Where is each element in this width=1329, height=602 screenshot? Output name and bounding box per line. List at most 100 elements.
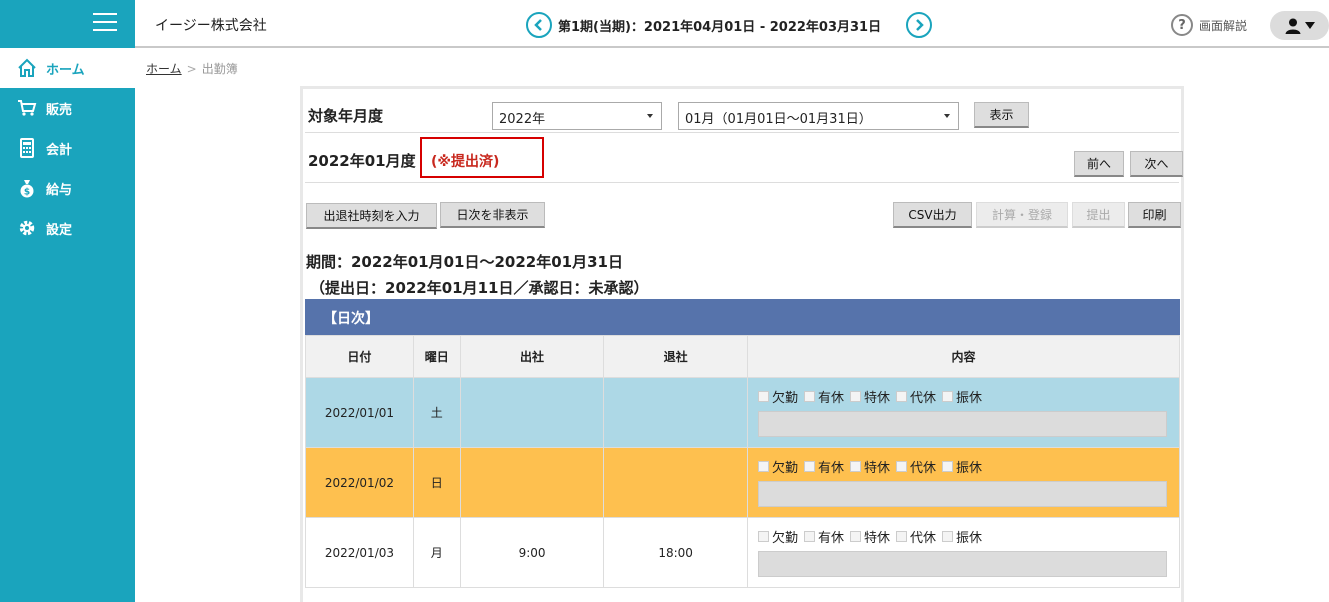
absence-checkbox[interactable] [757, 461, 769, 472]
hide-daily-button[interactable]: 日次を非表示 [440, 202, 545, 228]
filter-row: 対象年月度 2022年 01月（01月01日～01月31日） 表示 [305, 91, 1179, 133]
dropdown-arrow-icon [647, 114, 653, 118]
sidebar-item-label: 会計 [46, 142, 73, 158]
sidebar-item-label: ホーム [46, 62, 85, 78]
sidebar-item-sales[interactable]: 販売 [0, 88, 135, 128]
period-prev-button[interactable] [526, 12, 552, 38]
checkbox-label: 代休 [910, 531, 937, 546]
substitute-holiday-checkbox[interactable] [942, 391, 954, 402]
month-select[interactable]: 01月（01月01日～01月31日） [678, 102, 959, 130]
checkbox-label: 振休 [956, 391, 983, 406]
content-cell: 欠勤 有休 特休 代休 振休 [746, 517, 1181, 588]
period-next-button[interactable] [906, 12, 932, 38]
print-button[interactable]: 印刷 [1128, 202, 1181, 228]
dropdown-arrow-icon [944, 114, 950, 118]
special-leave-checkbox[interactable] [850, 531, 861, 542]
month-select-value: 01月（01月01日～01月31日） [685, 112, 872, 127]
year-select-value: 2022年 [499, 112, 546, 127]
calculator-icon [16, 137, 38, 159]
prev-month-button[interactable]: 前へ [1074, 151, 1124, 177]
csv-export-button[interactable]: CSV出力 [893, 202, 972, 228]
submit-summary: （提出日：2022年01月11日／承認日：未承認） [310, 279, 649, 297]
submit-button[interactable]: 提出 [1072, 202, 1125, 228]
clock-in-cell: 9:00 [459, 517, 605, 588]
user-icon [1285, 18, 1301, 34]
substitute-holiday-checkbox[interactable] [942, 531, 954, 542]
compensatory-leave-checkbox[interactable] [896, 391, 908, 402]
memo-field[interactable] [757, 551, 1167, 577]
weekday-cell: 土 [412, 377, 461, 448]
sidebar-item-label: 設定 [46, 222, 73, 238]
checkbox-label: 特休 [864, 531, 891, 546]
daily-section-header: 【日次】 [305, 299, 1180, 335]
leave-checkboxes: 欠勤 有休 特休 代休 振休 [757, 387, 1169, 406]
weekday-cell: 日 [412, 447, 461, 518]
home-icon [16, 57, 38, 79]
special-leave-checkbox[interactable] [850, 391, 861, 402]
table-header-row: 日付 曜日 出社 退社 内容 [305, 335, 1181, 378]
content-cell: 欠勤 有休 特休 代休 振休 [746, 377, 1181, 448]
svg-text:$: $ [24, 188, 30, 198]
date-cell: 2022/01/01 [305, 377, 414, 448]
special-leave-checkbox[interactable] [850, 461, 861, 472]
date-cell: 2022/01/03 [305, 517, 414, 588]
clock-out-cell [603, 447, 748, 518]
clock-out-cell [603, 377, 748, 448]
sidebar-item-label: 給与 [46, 182, 73, 198]
sidebar-item-payroll[interactable]: $ 給与 [0, 168, 135, 208]
paid-leave-checkbox[interactable] [803, 531, 815, 542]
checkbox-label: 代休 [910, 461, 937, 476]
checkbox-label: 欠勤 [771, 391, 798, 406]
year-select[interactable]: 2022年 [492, 102, 662, 130]
breadcrumb-current: 出勤簿 [201, 62, 238, 76]
sidebar-nav: ホーム 販売 会計 $ 給与 設定 [0, 48, 135, 248]
input-times-button[interactable]: 出退社時刻を入力 [306, 203, 437, 229]
breadcrumb: ホーム > 出勤簿 [146, 60, 238, 77]
sidebar: ホーム 販売 会計 $ 給与 設定 [0, 0, 135, 602]
breadcrumb-home-link[interactable]: ホーム [146, 62, 182, 76]
absence-checkbox[interactable] [757, 391, 769, 402]
table-row: 2022/01/01 土 欠勤 有休 特休 代休 振休 [305, 377, 1181, 448]
memo-field[interactable] [757, 411, 1167, 437]
show-button[interactable]: 表示 [974, 102, 1029, 128]
compensatory-leave-checkbox[interactable] [896, 461, 908, 472]
target-month-label: 対象年月度 [308, 107, 384, 125]
date-cell: 2022/01/02 [305, 447, 414, 518]
period-summary: 期間：2022年01月01日～2022年01月31日 [306, 253, 623, 271]
checkbox-label: 有休 [817, 461, 844, 476]
hamburger-menu-icon[interactable] [93, 13, 117, 33]
compensatory-leave-checkbox[interactable] [896, 531, 908, 542]
next-month-button[interactable]: 次へ [1130, 151, 1183, 177]
checkbox-label: 特休 [864, 461, 891, 476]
content-cell: 欠勤 有休 特休 代休 振休 [746, 447, 1181, 518]
sidebar-item-label: 販売 [46, 102, 73, 118]
sidebar-item-accounting[interactable]: 会計 [0, 128, 135, 168]
calculate-register-button[interactable]: 計算・登録 [976, 202, 1068, 228]
help-link[interactable]: ? 画面解説 [1171, 14, 1247, 36]
money-bag-icon: $ [16, 177, 38, 199]
substitute-holiday-checkbox[interactable] [942, 461, 954, 472]
clock-in-cell [459, 447, 605, 518]
checkbox-label: 有休 [817, 531, 844, 546]
user-menu-button[interactable] [1270, 11, 1329, 40]
paid-leave-checkbox[interactable] [803, 391, 815, 402]
cart-icon [16, 97, 38, 119]
checkbox-label: 特休 [864, 391, 891, 406]
submitted-status: (※提出済) [431, 154, 500, 170]
sidebar-item-settings[interactable]: 設定 [0, 208, 135, 248]
checkbox-label: 振休 [956, 531, 983, 546]
weekday-cell: 月 [412, 517, 461, 588]
attendance-table: 日付 曜日 出社 退社 内容 2022/01/01 土 欠勤 有休 特休 代休 [305, 335, 1181, 588]
checkbox-label: 欠勤 [771, 461, 798, 476]
fiscal-period: 第1期(当期)：2021年04月01日 - 2022年03月31日 [558, 20, 882, 35]
clock-in-cell [459, 377, 605, 448]
paid-leave-checkbox[interactable] [803, 461, 815, 472]
sidebar-item-home[interactable]: ホーム [0, 48, 135, 88]
column-header: 日付 [305, 335, 414, 378]
absence-checkbox[interactable] [757, 531, 769, 542]
memo-field[interactable] [757, 481, 1167, 507]
column-header: 出社 [459, 335, 605, 378]
column-header: 曜日 [412, 335, 461, 378]
leave-checkboxes: 欠勤 有休 特休 代休 振休 [757, 457, 1169, 476]
chevron-left-icon [534, 19, 542, 31]
